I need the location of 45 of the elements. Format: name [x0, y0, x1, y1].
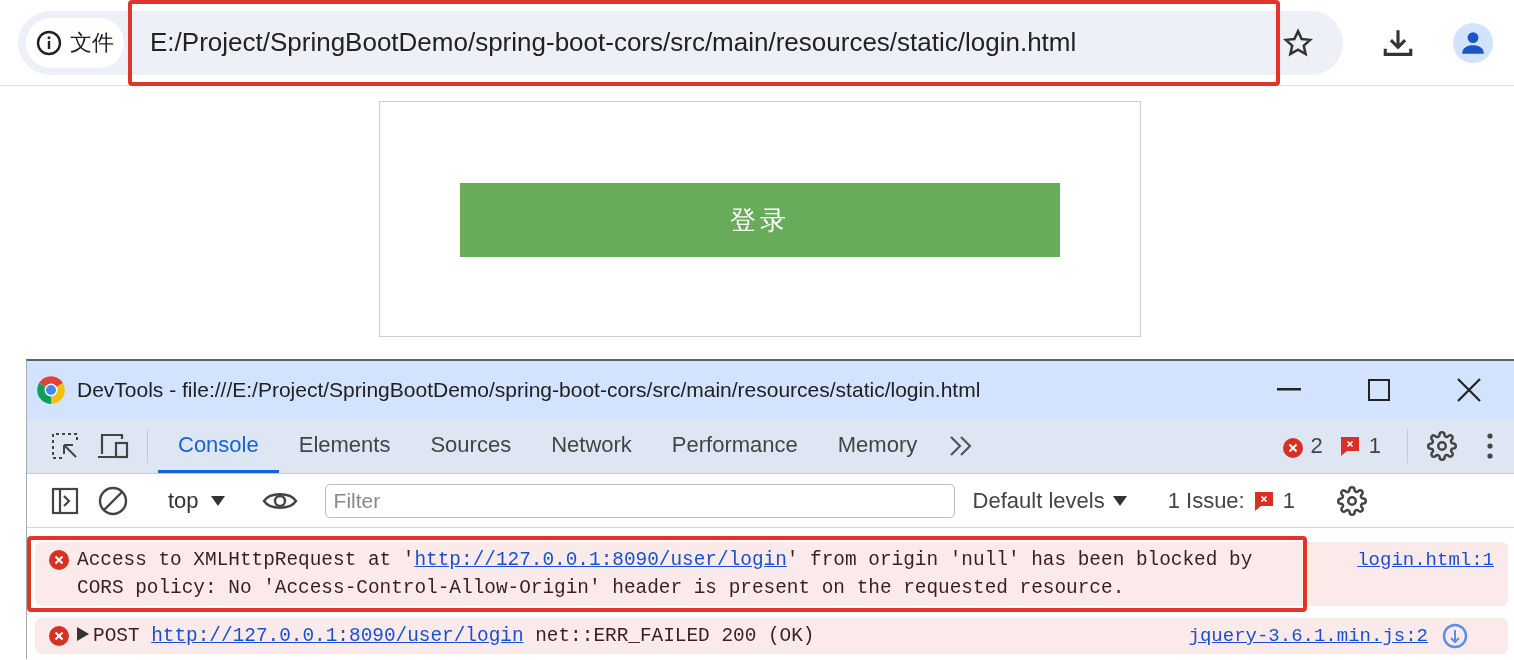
expand-triangle-icon[interactable]: [77, 627, 89, 641]
more-options-icon[interactable]: [1487, 433, 1493, 459]
log-levels-dropdown[interactable]: Default levels: [954, 487, 1135, 514]
devtools-tab[interactable]: Performance: [651, 419, 818, 473]
devtools-tab[interactable]: Network: [531, 419, 652, 473]
url-link[interactable]: http://127.0.0.1:8090/user/login: [151, 625, 524, 647]
issue-icon: [1338, 435, 1361, 457]
devtools-tab[interactable]: Console: [158, 419, 279, 473]
address-bar[interactable]: 文件 E:/Project/SpringBootDemo/spring-boot-cors/src/main/resources/static/login.html: [18, 10, 1343, 75]
issue-count[interactable]: 1: [1368, 433, 1381, 459]
message-text: Access to XMLHttpRequest at 'http://127.0.0.1:8090/user/login' from origin 'null' has been blocked by CORS policy: No 'Access-Control-Allow-Origin' header is present on the requested resource.: [77, 548, 1254, 601]
info-icon: [36, 29, 62, 56]
network-request-icon[interactable]: [1442, 623, 1468, 649]
star-icon[interactable]: [1283, 27, 1313, 58]
close-icon[interactable]: [1457, 378, 1481, 402]
chrome-logo-icon: [35, 374, 67, 406]
error-count[interactable]: 2: [1310, 433, 1323, 459]
context-selector[interactable]: top: [158, 487, 235, 514]
dropdown-caret-icon: [1112, 495, 1127, 506]
settings-icon[interactable]: [1336, 485, 1367, 516]
devtools-tab[interactable]: Elements: [278, 419, 411, 473]
inspect-element-icon[interactable]: [50, 431, 80, 461]
source-link[interactable]: login.html:1: [1357, 546, 1494, 574]
maximize-icon[interactable]: [1368, 379, 1390, 401]
message-text: POST http://127.0.0.1:8090/user/login net::ERR_FAILED 200 (OK): [77, 622, 1107, 650]
sidebar-toggle-icon[interactable]: [51, 486, 79, 515]
filter-field[interactable]: Filter: [324, 483, 955, 518]
error-icon: [1282, 438, 1303, 458]
site-info-chip[interactable]: 文件: [26, 17, 124, 68]
site-info-label: 文件: [70, 28, 114, 57]
profile-avatar[interactable]: [1453, 22, 1493, 63]
settings-icon[interactable]: [1427, 431, 1457, 461]
devtools-tab[interactable]: Sources: [410, 419, 532, 473]
issue-icon: [1252, 489, 1275, 512]
source-link[interactable]: jquery-3.6.1.min.js:2: [1188, 622, 1428, 650]
person-icon: [1460, 29, 1486, 56]
device-toolbar-icon[interactable]: [96, 432, 130, 460]
clear-console-icon[interactable]: [98, 485, 128, 516]
issues-button[interactable]: 1 Issue: 1: [1155, 487, 1307, 514]
url-link[interactable]: http://127.0.0.1:8090/user/login: [414, 549, 787, 571]
url-text: E:/Project/SpringBootDemo/spring-boot-cors/src/main/resources/static/login.html: [150, 27, 1077, 58]
window-title: DevTools - file:///E:/Project/SpringBootDemo/spring-boot-cors/src/main/resources/static/login.html: [77, 378, 981, 402]
dropdown-caret-icon: [210, 495, 225, 506]
devtools-tab[interactable]: Memory: [817, 419, 938, 473]
minimize-icon[interactable]: [1277, 388, 1301, 392]
